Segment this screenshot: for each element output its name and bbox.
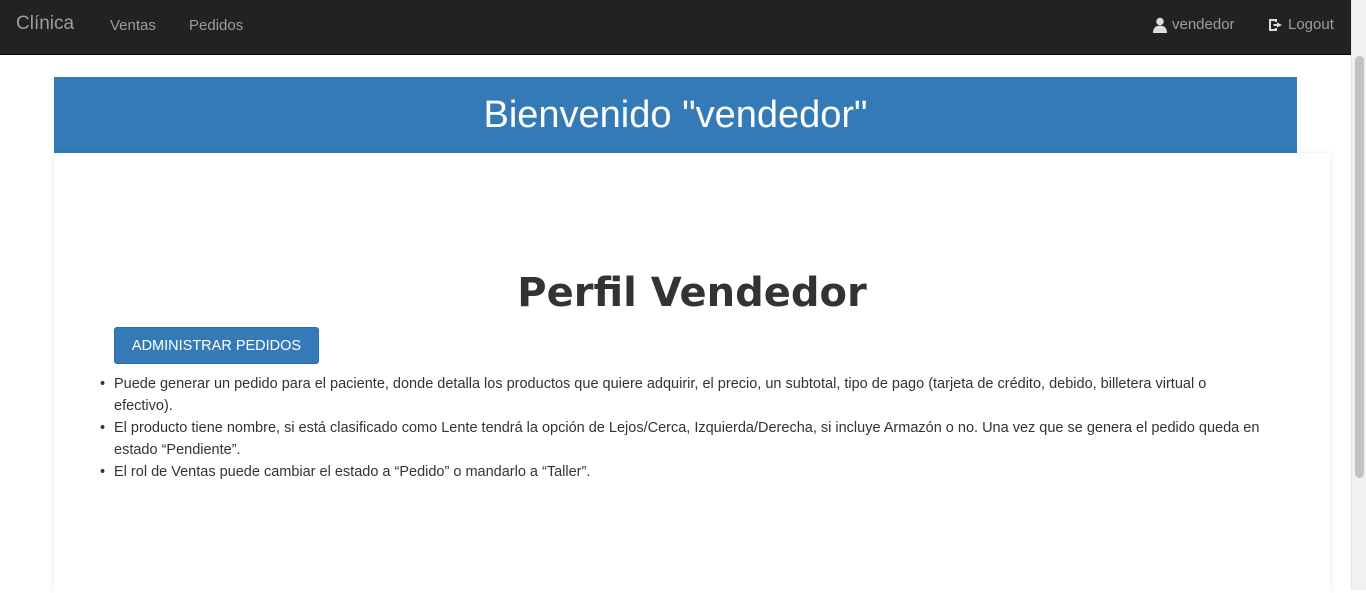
top-navbar: Clínica Ventas Pedidos vendedor Logout: [0, 0, 1351, 55]
brand-link[interactable]: Clínica: [16, 13, 74, 35]
list-item: El producto tiene nombre, si está clasif…: [100, 417, 1264, 461]
profile-card: Perfil Vendedor ADMINISTRAR PEDIDOS Pued…: [54, 153, 1330, 593]
welcome-banner: Bienvenido "vendedor": [54, 77, 1297, 153]
logout-icon: [1268, 17, 1284, 33]
logout-link[interactable]: Logout: [1268, 16, 1334, 33]
scrollbar-thumb[interactable]: [1355, 56, 1364, 478]
vertical-scrollbar[interactable]: [1351, 0, 1366, 590]
list-item: Puede generar un pedido para el paciente…: [100, 373, 1264, 417]
logout-label: Logout: [1288, 16, 1334, 33]
page-title: Perfil Vendedor: [517, 270, 867, 316]
nav-link-ventas[interactable]: Ventas: [110, 17, 156, 34]
nav-link-pedidos[interactable]: Pedidos: [189, 17, 243, 34]
welcome-title: Bienvenido "vendedor": [483, 93, 868, 136]
user-name-label: vendedor: [1172, 16, 1235, 33]
list-item: El rol de Ventas puede cambiar el estado…: [100, 461, 1264, 483]
description-list: Puede generar un pedido para el paciente…: [100, 373, 1264, 483]
admin-orders-button[interactable]: ADMINISTRAR PEDIDOS: [114, 327, 319, 364]
user-icon: [1152, 17, 1168, 33]
user-menu-link[interactable]: vendedor: [1152, 16, 1235, 33]
